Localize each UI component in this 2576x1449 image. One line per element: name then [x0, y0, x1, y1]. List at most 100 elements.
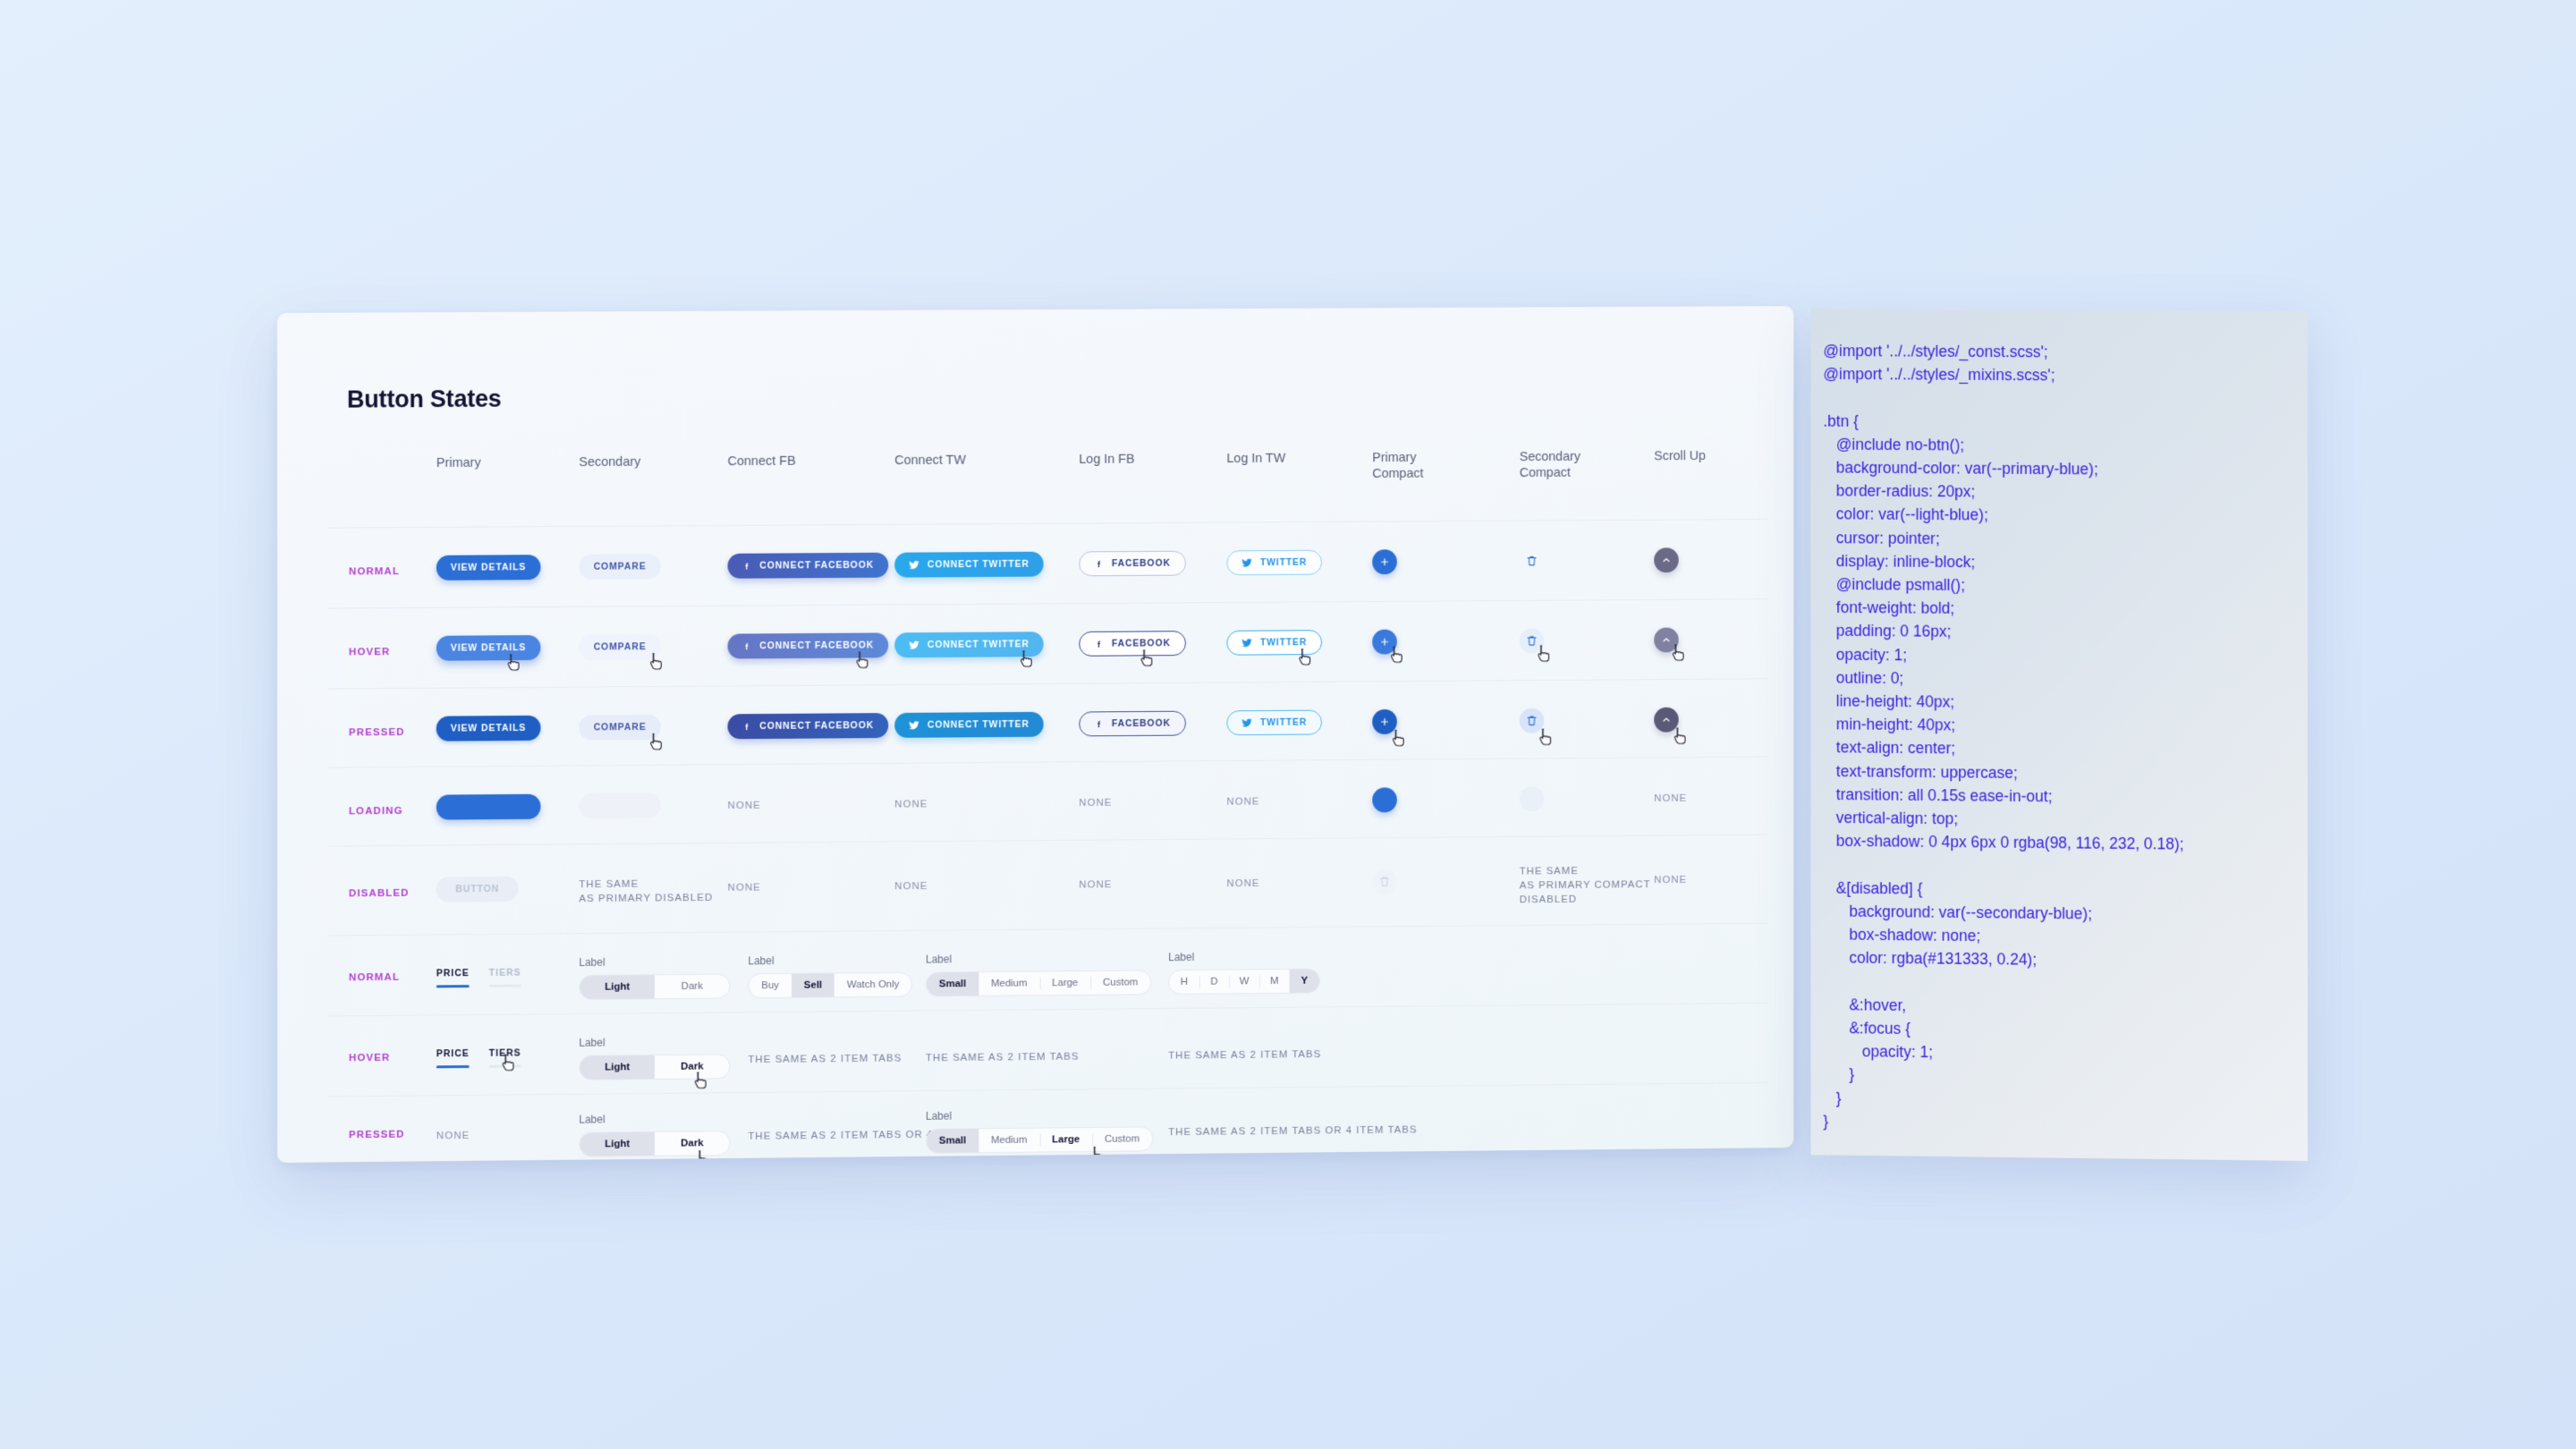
- tab-row-hover: Hover Price Tiers Label Light: [277, 1020, 1793, 1091]
- login-facebook-button-hover[interactable]: Facebook: [1079, 631, 1186, 657]
- secondary-button-pressed[interactable]: Compare: [579, 714, 661, 741]
- segment-item-medium[interactable]: Medium: [979, 971, 1039, 995]
- connect-twitter-button-normal[interactable]: Connect Twitter: [894, 551, 1044, 578]
- segment-item-dark[interactable]: Dark: [655, 975, 730, 999]
- segment-item-sell[interactable]: Sell: [791, 973, 835, 997]
- primary-button-disabled: Button: [436, 876, 519, 902]
- five-item-hover-note: The same as 2 item tabs: [1168, 1049, 1322, 1062]
- column-header-login-fb: Log In FB: [1079, 452, 1135, 467]
- state-row-hover: Hover View Details Compare Connect Faceb…: [277, 627, 1793, 689]
- segment-item-light[interactable]: Light: [580, 1131, 655, 1157]
- segmented-control: Small Medium Large Custom: [925, 1126, 1153, 1154]
- column-header-connect-tw: Connect TW: [894, 453, 966, 469]
- segmented-control: Buy Sell Watch Only: [748, 971, 913, 999]
- login-twitter-button-hover[interactable]: Twitter: [1226, 630, 1322, 656]
- column-header-primary-compact: Primary Compact: [1372, 450, 1424, 481]
- four-item-hover-note: The same as 2 item tabs: [925, 1051, 1080, 1064]
- secondary-button-loading[interactable]: Compare: [579, 792, 661, 819]
- underline-tab-price[interactable]: Price: [436, 968, 470, 987]
- segmented-control: Light Dark: [579, 1131, 731, 1157]
- segmented-four-item-pressed: Label Small Medium Large Custom: [925, 1107, 1153, 1154]
- state-row-pressed: Pressed View Details Compare Connect Fac…: [277, 707, 1793, 769]
- segment-item-medium[interactable]: Medium: [979, 1129, 1039, 1153]
- segment-item-light[interactable]: Light: [580, 975, 655, 999]
- primary-compact-button-pressed[interactable]: [1372, 708, 1397, 734]
- segment-item-dark[interactable]: Dark: [655, 1131, 730, 1156]
- connect-tw-loading-none: None: [894, 799, 928, 810]
- segment-item-custom[interactable]: Custom: [1090, 970, 1150, 994]
- tab-row-label-normal: Normal: [348, 971, 400, 984]
- scroll-up-button-hover[interactable]: [1654, 627, 1679, 653]
- row-label-loading: Loading: [348, 805, 403, 818]
- underline-tab-price[interactable]: Price: [436, 1048, 470, 1068]
- column-header-row: Primary Secondary Connect FB Connect TW …: [277, 448, 1793, 513]
- login-facebook-button-normal[interactable]: Facebook: [1079, 550, 1186, 577]
- primary-button-pressed[interactable]: View Details: [436, 715, 541, 741]
- underline-tabs-pressed-none: None: [436, 1130, 470, 1142]
- state-row-disabled: Disabled Button The same as primary disa…: [277, 860, 1793, 930]
- primary-compact-button-loading[interactable]: [1372, 787, 1397, 813]
- segment-item-light[interactable]: Light: [580, 1055, 655, 1080]
- primary-compact-button-hover[interactable]: [1372, 629, 1397, 655]
- segment-item-d[interactable]: D: [1199, 970, 1230, 994]
- column-header-login-tw: Log In TW: [1226, 451, 1286, 467]
- connect-twitter-button-pressed[interactable]: Connect Twitter: [894, 711, 1044, 738]
- login-facebook-button-pressed[interactable]: Facebook: [1079, 710, 1186, 737]
- segment-label: Label: [748, 954, 775, 968]
- scss-code-panel: @import '../../styles/_const.scss'; @imp…: [1810, 309, 2308, 1162]
- segment-item-dark[interactable]: Dark: [655, 1055, 730, 1079]
- secondary-button-hover[interactable]: Compare: [579, 634, 661, 660]
- primary-button-normal[interactable]: View Details: [436, 555, 541, 580]
- secondary-compact-button-loading[interactable]: [1519, 786, 1545, 812]
- segment-item-large[interactable]: Large: [1039, 1128, 1092, 1151]
- secondary-compact-button-hover[interactable]: [1519, 628, 1545, 654]
- five-item-pressed-note: The same as 2 item tabs or 4 item tabs: [1168, 1124, 1418, 1139]
- underline-tab-tiers-rule: [488, 984, 521, 987]
- segment-label: Label: [925, 953, 953, 966]
- secondary-button-normal[interactable]: Compare: [579, 554, 661, 580]
- segment-item-w[interactable]: W: [1229, 970, 1259, 993]
- connect-facebook-button-hover[interactable]: Connect Facebook: [727, 632, 888, 659]
- connect-facebook-button-normal[interactable]: Connect Facebook: [727, 552, 888, 579]
- tab-row-pressed: Pressed None Label Light Dark The same a…: [277, 1097, 1793, 1163]
- segment-item-y[interactable]: Y: [1289, 969, 1320, 993]
- twitter-icon: [1241, 557, 1252, 568]
- segment-item-h[interactable]: H: [1169, 970, 1199, 994]
- underline-tabs-hover: Price Tiers: [436, 1047, 521, 1068]
- primary-button-loading[interactable]: View Details: [436, 793, 541, 820]
- underline-tab-tiers[interactable]: Tiers: [488, 968, 521, 987]
- segment-item-small[interactable]: Small: [926, 1129, 979, 1153]
- secondary-disabled-note: The same as primary disabled: [579, 878, 714, 905]
- segmented-two-item-hover: Label Light Dark: [579, 1035, 731, 1080]
- segment-item-watch-only[interactable]: Watch Only: [835, 973, 911, 997]
- login-twitter-button-normal[interactable]: Twitter: [1226, 549, 1322, 576]
- scroll-up-button-pressed[interactable]: [1654, 707, 1679, 733]
- login-twitter-label: Twitter: [1259, 637, 1308, 648]
- board-surface: Button States Primary Secondary Connect …: [277, 306, 1794, 1163]
- facebook-icon: [1094, 639, 1104, 648]
- login-twitter-button-pressed[interactable]: Twitter: [1226, 709, 1322, 736]
- connect-facebook-label: Connect Facebook: [759, 640, 875, 652]
- secondary-button-label: Compare: [593, 722, 647, 733]
- segment-item-buy[interactable]: Buy: [749, 974, 792, 997]
- underline-tab-tiers[interactable]: Tiers: [488, 1047, 521, 1068]
- secondary-compact-button-normal[interactable]: [1520, 548, 1545, 573]
- segmented-two-item-normal: Label Light Dark: [579, 955, 731, 1000]
- connect-twitter-button-hover[interactable]: Connect Twitter: [894, 631, 1044, 658]
- secondary-compact-button-pressed[interactable]: [1519, 708, 1545, 733]
- segmented-three-item-normal: Label Buy Sell Watch Only: [748, 953, 913, 999]
- segment-item-m[interactable]: M: [1259, 970, 1290, 993]
- primary-compact-button-normal[interactable]: [1372, 549, 1397, 575]
- segment-item-small[interactable]: Small: [926, 972, 979, 996]
- column-header-connect-fb: Connect FB: [727, 453, 796, 470]
- scroll-up-button-normal[interactable]: [1654, 547, 1679, 573]
- facebook-icon: [1094, 559, 1104, 569]
- primary-button-hover[interactable]: View Details: [436, 635, 541, 661]
- facebook-icon: [1094, 719, 1104, 729]
- row-label-disabled: Disabled: [348, 887, 410, 900]
- segment-item-custom[interactable]: Custom: [1092, 1127, 1152, 1151]
- facebook-icon: [741, 722, 751, 732]
- segment-item-large[interactable]: Large: [1039, 971, 1090, 995]
- trash-icon: [1378, 876, 1391, 888]
- connect-facebook-button-pressed[interactable]: Connect Facebook: [727, 713, 888, 740]
